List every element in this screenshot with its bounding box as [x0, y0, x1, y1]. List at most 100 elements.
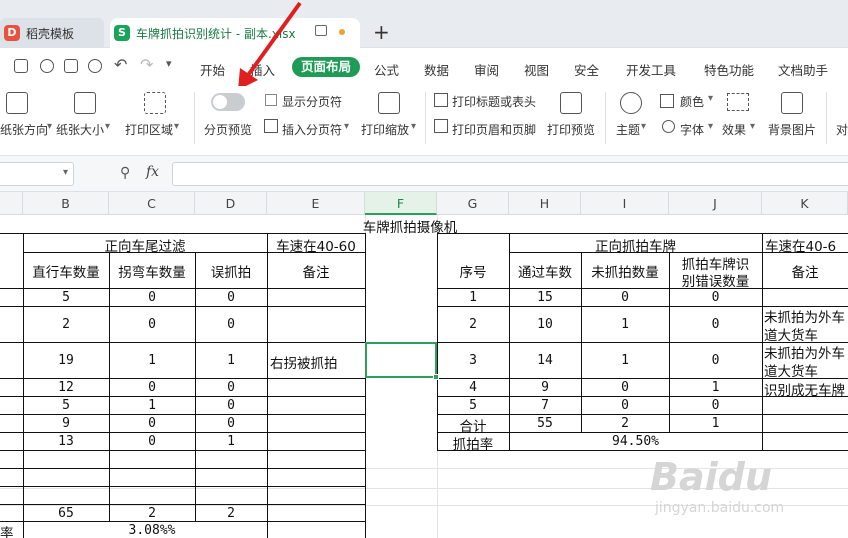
table-cell[interactable]: 0	[581, 380, 669, 395]
table-cell[interactable]: 19	[23, 353, 109, 368]
insert-page-break-button[interactable]: 插入分页符	[282, 121, 342, 138]
table-cell[interactable]: 1	[669, 380, 762, 395]
fonts-icon[interactable]	[662, 120, 675, 133]
table-cell-remark[interactable]: 未抓拍为外车	[764, 342, 848, 362]
menu-assistant[interactable]: 文档助手	[778, 60, 828, 79]
print-preview-button[interactable]: 打印预览	[547, 121, 595, 138]
table-cell[interactable]: 1	[109, 398, 195, 413]
column-header-H[interactable]: H	[509, 192, 581, 215]
print-header-footer-button[interactable]: 打印页眉和页脚	[452, 121, 536, 138]
print-header-footer-icon[interactable]	[434, 119, 448, 133]
page-orientation-button[interactable]: 纸张方向	[0, 121, 48, 138]
redo-icon[interactable]: ↷	[140, 55, 153, 74]
column-header-F[interactable]: F	[365, 192, 437, 215]
table-cell[interactable]: 1	[581, 317, 669, 332]
table-cell[interactable]: 5	[23, 290, 109, 305]
table-cell[interactable]: 10	[509, 317, 581, 332]
undo-icon[interactable]: ↶	[114, 55, 127, 74]
table-cell[interactable]: 0	[109, 380, 195, 395]
table-cell-remark[interactable]: 识别成无车牌	[764, 379, 848, 399]
table-cell[interactable]: 0	[195, 398, 267, 413]
menu-review[interactable]: 审阅	[474, 60, 499, 79]
table-cell[interactable]: 9	[23, 416, 109, 431]
background-image-icon[interactable]	[781, 92, 803, 114]
print-titles-icon[interactable]	[434, 93, 448, 107]
table-total[interactable]: 55	[509, 416, 581, 431]
table-cell[interactable]: 14	[509, 353, 581, 368]
export-icon[interactable]	[40, 59, 54, 73]
column-header-I[interactable]: I	[581, 192, 669, 215]
theme-palette-icon[interactable]	[620, 92, 642, 114]
selected-cell[interactable]	[365, 342, 437, 378]
table-total[interactable]: 1	[669, 416, 762, 431]
table-cell[interactable]: 0	[581, 398, 669, 413]
page-size-button[interactable]: 纸张大小	[56, 121, 104, 138]
save-icon[interactable]	[14, 59, 28, 73]
table-total[interactable]: 2	[109, 506, 195, 521]
table-cell[interactable]: 3	[437, 353, 509, 368]
table-cell[interactable]: 0	[195, 290, 267, 305]
column-header-C[interactable]: C	[109, 192, 195, 215]
table-cell[interactable]: 0	[669, 290, 762, 305]
table-cell[interactable]: 0	[109, 317, 195, 332]
table-cell[interactable]: 0	[109, 416, 195, 431]
table-cell-remark[interactable]: 道大货车	[764, 324, 848, 344]
colors-button[interactable]: 颜色	[680, 93, 704, 110]
fx-icon[interactable]: fx	[146, 164, 159, 180]
menu-formula[interactable]: 公式	[374, 60, 399, 79]
capture-rate-value[interactable]: 94.50%	[509, 434, 762, 449]
table-cell[interactable]: 1	[437, 290, 509, 305]
table-cell[interactable]: 2	[23, 317, 109, 332]
table-cell[interactable]: 0	[669, 317, 762, 332]
print-preview-icon[interactable]	[560, 92, 582, 114]
page-break-preview-toggle[interactable]	[211, 93, 245, 111]
menu-view[interactable]: 视图	[524, 60, 549, 79]
print-titles-button[interactable]: 打印标题或表头	[452, 93, 536, 110]
print-area-button[interactable]: 打印区域	[125, 121, 173, 138]
table-cell[interactable]: 5	[437, 398, 509, 413]
tab-docer-templates[interactable]: D 稻壳模板	[0, 18, 104, 48]
menu-developer[interactable]: 开发工具	[626, 60, 676, 79]
table-cell[interactable]: 1	[581, 353, 669, 368]
print-area-icon[interactable]	[144, 92, 166, 114]
table-cell[interactable]: 2	[437, 317, 509, 332]
column-header-G[interactable]: G	[437, 192, 509, 215]
page-orientation-icon[interactable]	[6, 92, 28, 114]
table-cell[interactable]: 0	[669, 398, 762, 413]
column-header-J[interactable]: J	[669, 192, 762, 215]
print-icon[interactable]	[64, 59, 78, 73]
table-cell[interactable]: 0	[109, 290, 195, 305]
background-image-button[interactable]: 背景图片	[768, 121, 816, 138]
quick-access-more-icon[interactable]: ▾	[166, 57, 172, 70]
rate-value[interactable]: 3.08%%	[109, 523, 195, 538]
theme-button[interactable]: 主题	[616, 121, 640, 138]
table-cell[interactable]: 4	[437, 380, 509, 395]
menu-data[interactable]: 数据	[424, 60, 449, 79]
table-total[interactable]: 65	[23, 506, 109, 521]
print-zoom-icon[interactable]	[378, 92, 400, 114]
effects-button[interactable]: 效果	[722, 121, 746, 138]
table-cell[interactable]: 12	[23, 380, 109, 395]
name-box[interactable]: ▾	[0, 162, 74, 186]
table-cell[interactable]: 0	[195, 416, 267, 431]
column-header-A[interactable]	[0, 192, 23, 215]
show-page-break-checkbox[interactable]	[265, 94, 277, 106]
table-cell[interactable]: 1	[195, 353, 267, 368]
table-cell-remark[interactable]: 右拐被抓拍	[267, 352, 365, 372]
column-header-E[interactable]: E	[267, 192, 365, 215]
fonts-button[interactable]: 字体	[680, 121, 704, 138]
menu-start[interactable]: 开始	[200, 60, 225, 79]
table-total[interactable]: 2	[195, 506, 267, 521]
table-cell-remark[interactable]: 未抓拍为外车	[764, 306, 848, 326]
menu-features[interactable]: 特色功能	[704, 60, 754, 79]
table-cell-remark[interactable]: 道大货车	[764, 360, 848, 380]
column-header-D[interactable]: D	[195, 192, 267, 215]
table-cell[interactable]: 13	[23, 434, 109, 449]
table-cell[interactable]: 9	[509, 380, 581, 395]
table-cell[interactable]: 0	[195, 380, 267, 395]
page-size-icon[interactable]	[74, 92, 96, 114]
table-cell[interactable]: 5	[23, 398, 109, 413]
table-cell[interactable]: 15	[509, 290, 581, 305]
chevron-down-icon[interactable]: ▾	[63, 167, 68, 178]
window-icon[interactable]	[315, 25, 327, 36]
